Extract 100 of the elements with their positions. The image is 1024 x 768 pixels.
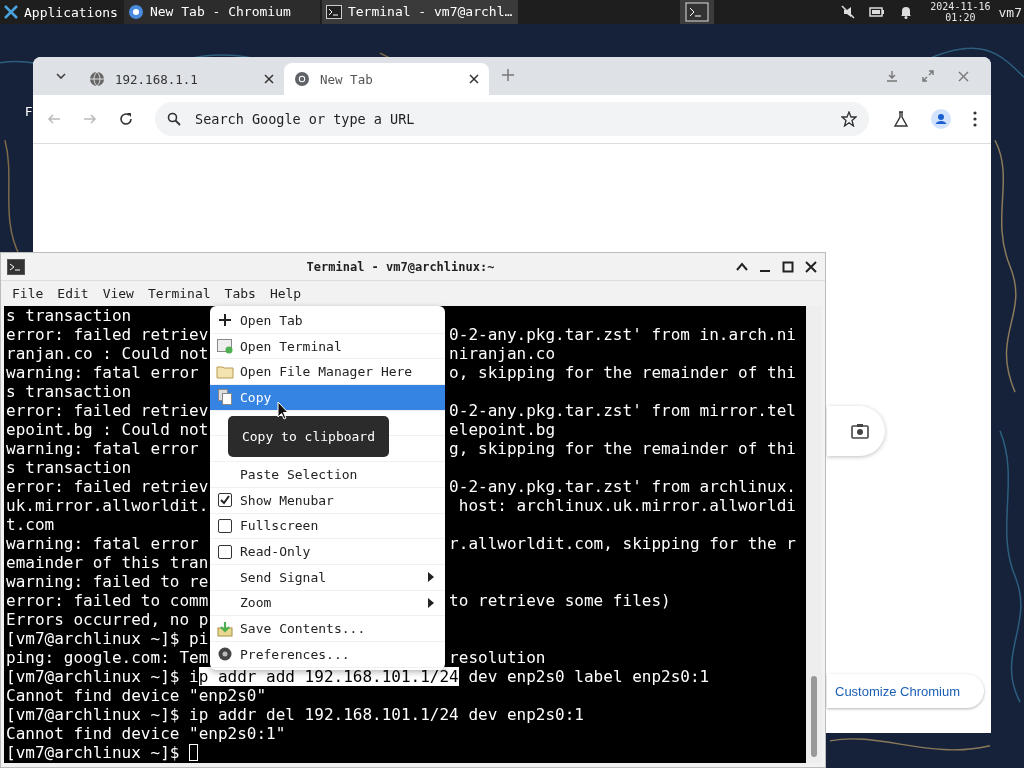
menu-item[interactable]: Preferences... — [210, 641, 445, 668]
menu-item[interactable]: Fullscreen — [210, 513, 445, 540]
mute-icon[interactable] — [841, 5, 856, 19]
terminal-text: error: failed retriev — [6, 325, 209, 344]
camera-icon[interactable] — [851, 423, 869, 439]
date-text: 2024-11-16 — [930, 1, 991, 12]
search-box[interactable] — [827, 406, 885, 456]
menu-item[interactable]: Open Tab — [210, 308, 445, 334]
menu-item[interactable]: Zoom — [210, 590, 445, 617]
terminal-text: elepoint.bg — [449, 420, 556, 439]
terminal-text: niranjan.co — [449, 344, 556, 363]
terminal-icon — [325, 4, 342, 20]
profile-icon[interactable] — [931, 109, 951, 129]
globe-icon — [89, 71, 105, 87]
chromium-icon — [294, 71, 310, 87]
terminal-text: [vm7@archlinux ~]$ pi — [6, 629, 209, 648]
terminal-text: g, skipping for the remainder of thi — [449, 439, 796, 458]
terminal-text: warning: fatal error — [6, 439, 199, 458]
settings-icon — [218, 647, 232, 662]
terminal-text: epoint.bg : Could not — [6, 420, 209, 439]
menu-item[interactable]: Copy — [210, 385, 445, 411]
terminal-launcher[interactable] — [680, 0, 715, 24]
submenu-arrow-icon — [427, 597, 435, 608]
terminal-text: 0-2-any.pkg.tar.zst' from in.arch.ni — [449, 325, 796, 344]
taskbar-item[interactable]: Terminal - vm7@archl… — [321, 0, 518, 24]
menu-item[interactable]: Read-Only — [210, 539, 445, 565]
battery-icon[interactable] — [869, 6, 886, 18]
address-bar[interactable]: Search Google or type a URL — [155, 102, 869, 136]
terminal-text: s transaction — [6, 382, 132, 401]
customize-button[interactable]: Customize Chromium — [827, 674, 984, 708]
menu-item[interactable]: Send Signal — [210, 564, 445, 591]
close-icon[interactable] — [264, 74, 274, 84]
logo-icon — [4, 5, 18, 19]
terminal-text: s transaction — [6, 458, 132, 477]
terminal-icon — [685, 2, 710, 22]
star-icon[interactable] — [841, 111, 857, 127]
time-text: 01:20 — [945, 12, 976, 23]
browser-tab[interactable]: New Tab — [284, 63, 489, 95]
menu-item[interactable]: Show Menubar — [210, 487, 445, 514]
copy-icon — [218, 389, 232, 406]
terminal-text: r.allworldit.com, skipping for the r — [449, 534, 796, 553]
menu-item[interactable]: Open Terminal — [210, 333, 445, 360]
terminal-text: Cannot find device "enp2s0" — [6, 686, 267, 705]
checkbox[interactable] — [218, 493, 232, 508]
terminal-text: ranjan.co : Could not — [6, 344, 209, 363]
bell-icon[interactable] — [899, 5, 914, 19]
mouse-pointer-icon — [277, 401, 289, 421]
chevron-up-icon[interactable] — [736, 260, 748, 273]
terminal-text: emainder of this tran — [6, 553, 209, 572]
address-field[interactable]: Search Google or type a URL — [193, 110, 829, 128]
terminal-text: dev enp2s0 label enp2s0:1 — [467, 667, 710, 686]
terminal-text: t.com — [6, 515, 55, 534]
terminal-text: warning: fatal error — [6, 363, 199, 382]
browser-tab[interactable]: 192.168.1.1 — [79, 63, 284, 95]
chevron-down-icon[interactable] — [55, 70, 67, 82]
download-icon[interactable] — [886, 70, 898, 82]
terminal-text: warning: failed to re — [6, 572, 209, 591]
terminal-icon — [7, 258, 25, 275]
menu-item[interactable]: File — [5, 284, 51, 303]
terminal-text: [vm7@archlinux ~]$ — [6, 743, 180, 762]
maximize-icon[interactable] — [782, 260, 794, 273]
terminal-text: [vm7@archlinux ~]$ i — [6, 667, 199, 686]
reload-icon[interactable] — [119, 112, 133, 126]
scrollbar[interactable] — [806, 306, 822, 763]
terminal-text: o, skipping for the remainder of thi — [449, 363, 796, 382]
menu-item[interactable]: View — [95, 284, 141, 303]
clock[interactable]: 2024-11-16 01:20 — [930, 1, 991, 23]
close-icon[interactable] — [469, 74, 479, 84]
menu-item[interactable]: Tabs — [217, 284, 263, 303]
download-icon — [217, 620, 233, 637]
terminal-text: Cannot find device "enp2s0:1" — [6, 724, 286, 743]
checkbox[interactable] — [218, 544, 232, 559]
folder-icon — [216, 364, 234, 379]
menu-item[interactable]: Edit — [50, 284, 96, 303]
user-name[interactable]: vm7 — [998, 4, 1022, 20]
checkbox[interactable] — [218, 518, 232, 533]
terminal-text: warning: fatal error — [6, 534, 199, 553]
close-icon[interactable] — [805, 260, 817, 273]
terminal-text: to retrieve some files) — [449, 591, 671, 610]
menu-item[interactable]: Terminal — [140, 284, 218, 303]
menu-item[interactable]: Paste Selection — [210, 462, 445, 488]
menu-icon[interactable] — [973, 111, 977, 127]
taskbar-item[interactable]: New Tab - Chromium — [123, 0, 320, 24]
menu-item[interactable]: Help — [262, 284, 309, 303]
flask-icon[interactable] — [893, 111, 909, 127]
terminal-text: resolution — [449, 648, 546, 667]
terminal-text: error: failed retriev — [6, 401, 209, 420]
terminal-text: error: failed retriev — [6, 477, 209, 496]
terminal-text: Errors occurred, no p — [6, 610, 209, 629]
tooltip: Copy to clipboard — [228, 416, 389, 457]
terminal-text: 0-2-any.pkg.tar.zst' from archlinux. — [449, 477, 796, 496]
terminal-text: uk.mirror.allworldit. — [6, 496, 209, 515]
menu-item[interactable]: Save Contents... — [210, 616, 445, 642]
terminal-text: ping: google.com: Tem — [6, 648, 209, 667]
chromium-icon — [127, 4, 144, 20]
desktop-icon-label: F — [25, 104, 33, 119]
submenu-arrow-icon — [427, 572, 435, 583]
terminal-text: s transaction — [6, 306, 132, 325]
terminal-add-icon — [217, 338, 233, 355]
plus-icon — [219, 314, 231, 327]
